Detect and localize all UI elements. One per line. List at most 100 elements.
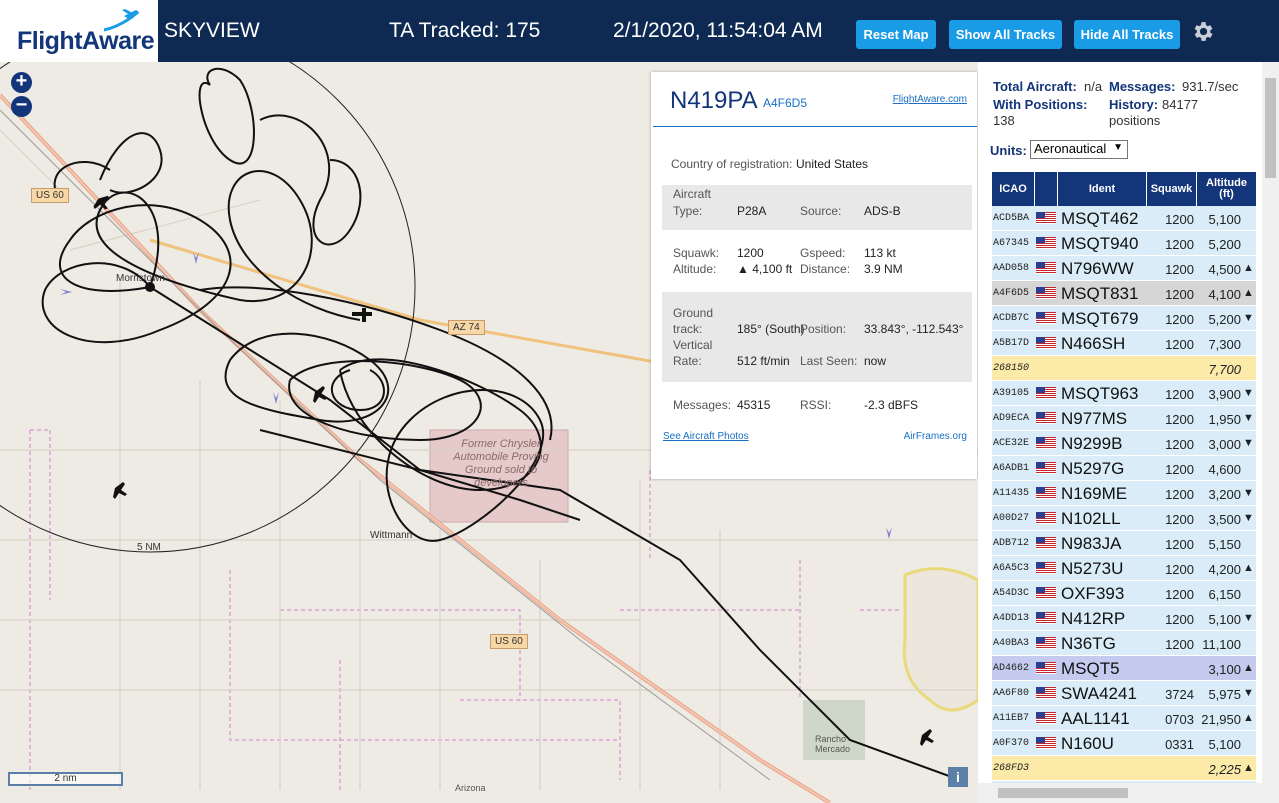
table-row[interactable]: A39105 MSQT963 1200 3,900 ▼ — [992, 381, 1256, 406]
table-row[interactable]: A11EB7 AAL1141 0703 21,950 ▲ — [992, 706, 1256, 731]
column-header-icao[interactable]: ICAO — [992, 172, 1034, 206]
table-row[interactable]: ACE32E N9299B 1200 3,000 ▼ — [992, 431, 1256, 456]
table-row[interactable]: ACD5BA MSQT462 1200 5,100 — [992, 206, 1256, 231]
town-label-morristown: Morristown — [116, 273, 165, 284]
table-row[interactable]: A11435 N169ME 1200 3,200 ▼ — [992, 481, 1256, 506]
reset-map-button[interactable]: Reset Map — [856, 20, 936, 49]
row-altitude: 3,100 — [1208, 662, 1241, 677]
hide-all-tracks-button[interactable]: Hide All Tracks — [1074, 20, 1180, 49]
us-flag-icon — [1036, 637, 1056, 649]
us-flag-icon — [1036, 587, 1056, 599]
range-ring — [0, 62, 416, 553]
vertical-scrollbar-thumb[interactable] — [1265, 78, 1276, 178]
scale-bar: 2 nm — [8, 772, 123, 786]
row-ident: MSQT679 — [1061, 309, 1139, 328]
row-ident: SWA4241 — [1061, 684, 1137, 703]
road-label-us60-south: US 60 — [490, 634, 528, 649]
table-row[interactable]: A0F370 N160U 0331 5,100 — [992, 731, 1256, 756]
app-title: SKYVIEW — [164, 19, 260, 42]
column-header-ident[interactable]: Ident — [1058, 172, 1146, 206]
aircraft-sidebar: Total Aircraft: n/a Messages: 931.7/sec … — [978, 62, 1279, 803]
airframes-link[interactable]: AirFrames.org — [904, 431, 967, 442]
row-icao: A40BA3 — [993, 638, 1030, 649]
row-altitude-trend-icon: ▲ — [1243, 262, 1254, 274]
row-icao: A4DD13 — [993, 613, 1030, 624]
gear-icon[interactable] — [1190, 19, 1215, 44]
table-row[interactable]: A67345 MSQT940 1200 5,200 — [992, 231, 1256, 256]
row-squawk: 1200 — [1165, 212, 1194, 227]
row-icao: A6A5C3 — [993, 563, 1030, 574]
row-ident: N36TG — [1061, 634, 1116, 653]
column-header-squawk[interactable]: Squawk — [1147, 172, 1196, 206]
landmark-label-rancho-mercado: Rancho Mercado — [815, 734, 851, 754]
logo-text: FlightAware — [17, 27, 155, 55]
row-icao: ACDB7C — [993, 313, 1030, 324]
messages-rate-value: 931.7/sec — [1182, 79, 1239, 94]
horizontal-scrollbar-thumb[interactable] — [998, 788, 1128, 798]
table-row[interactable]: AD4662 MSQT5 3,100 ▲ — [992, 656, 1256, 681]
table-row[interactable]: A54D3C OXF393 1200 6,150 — [992, 581, 1256, 606]
us-flag-icon — [1036, 412, 1056, 424]
altitude-value: ▲ 4,100 ft — [737, 262, 793, 276]
row-ident: N796WW — [1061, 259, 1134, 278]
row-altitude-trend-icon: ▼ — [1243, 387, 1254, 399]
table-row[interactable]: A6ADB1 N5297G 1200 4,600 — [992, 456, 1256, 481]
table-row[interactable]: 268150 7,700 — [992, 356, 1256, 381]
zoom-out-button[interactable]: − — [11, 95, 32, 117]
us-flag-icon — [1036, 612, 1056, 624]
row-ident: N466SH — [1061, 334, 1126, 353]
landmark-label-proving-ground: Former Chrysler Automobile Proving Groun… — [453, 438, 549, 489]
row-ident: AAL1141 — [1061, 709, 1130, 728]
column-header-altitude[interactable]: Altitude (ft) — [1197, 172, 1256, 206]
table-row[interactable]: 268FD3 2,225 ▲ — [992, 756, 1256, 781]
row-altitude-trend-icon: ▼ — [1243, 312, 1254, 324]
vertical-scrollbar[interactable] — [1262, 62, 1279, 803]
row-ident: N983JA — [1061, 534, 1122, 553]
az74-highway — [149, 238, 701, 372]
aircraft-photos-link[interactable]: See Aircraft Photos — [663, 431, 749, 442]
units-select[interactable]: Aeronautical ▼ — [1030, 140, 1128, 159]
zoom-in-button[interactable]: + — [11, 71, 32, 93]
column-header-flag[interactable] — [1035, 172, 1057, 206]
row-squawk: 1200 — [1165, 612, 1194, 627]
town-streets — [902, 567, 978, 712]
row-altitude: 2,225 — [1208, 762, 1241, 777]
aircraft-hex[interactable]: A4F6D5 — [763, 96, 807, 110]
flightaware-link[interactable]: FlightAware.com — [893, 94, 967, 105]
table-row[interactable]: ADB712 N983JA 1200 5,150 — [992, 531, 1256, 556]
row-squawk: 1200 — [1165, 487, 1194, 502]
row-altitude-trend-icon: ▲ — [1243, 662, 1254, 674]
table-row[interactable]: A5B17D N466SH 1200 7,300 — [992, 331, 1256, 356]
table-row[interactable]: A4DD13 N412RP 1200 5,100 ▼ — [992, 606, 1256, 631]
row-icao: A4F6D5 — [993, 288, 1030, 299]
us-flag-icon — [1036, 562, 1056, 574]
tracked-count: TA Tracked: 175 — [389, 19, 541, 42]
us-flag-icon — [1036, 487, 1056, 499]
row-altitude: 5,100 — [1208, 212, 1241, 227]
row-squawk: 1200 — [1165, 412, 1194, 427]
info-button[interactable]: i — [948, 767, 968, 787]
table-row[interactable]: AA6F80 SWA4241 3724 5,975 ▼ — [992, 681, 1256, 706]
table-row[interactable]: A6A5C3 N5273U 1200 4,200 ▲ — [992, 556, 1256, 581]
total-aircraft-label: Total Aircraft: — [993, 79, 1077, 94]
row-altitude: 5,100 — [1208, 612, 1241, 627]
row-icao: A00D27 — [993, 513, 1030, 524]
last-seen-value: now — [864, 354, 887, 368]
horizontal-scrollbar[interactable] — [978, 783, 1262, 803]
show-all-tracks-button[interactable]: Show All Tracks — [949, 20, 1062, 49]
flightaware-logo[interactable]: FlightAware — [0, 0, 158, 62]
rssi-label: RSSI: — [800, 398, 832, 412]
table-row[interactable]: A00D27 N102LL 1200 3,500 ▼ — [992, 506, 1256, 531]
table-row[interactable]: A4F6D5 MSQT831 1200 4,100 ▲ — [992, 281, 1256, 306]
range-ring-label: 5 NM — [137, 542, 161, 553]
table-row[interactable]: A40BA3 N36TG 1200 11,100 — [992, 631, 1256, 656]
total-aircraft-value: n/a — [1084, 79, 1103, 94]
row-squawk: 1200 — [1165, 337, 1194, 352]
row-altitude-trend-icon: ▼ — [1243, 412, 1254, 424]
row-squawk: 0331 — [1165, 737, 1194, 752]
table-row[interactable]: AAD058 N796WW 1200 4,500 ▲ — [992, 256, 1256, 281]
row-squawk: 1200 — [1165, 637, 1194, 652]
table-row[interactable]: ACDB7C MSQT679 1200 5,200 ▼ — [992, 306, 1256, 331]
table-row[interactable]: AD9ECA N977MS 1200 1,950 ▼ — [992, 406, 1256, 431]
row-altitude: 11,100 — [1202, 637, 1241, 652]
